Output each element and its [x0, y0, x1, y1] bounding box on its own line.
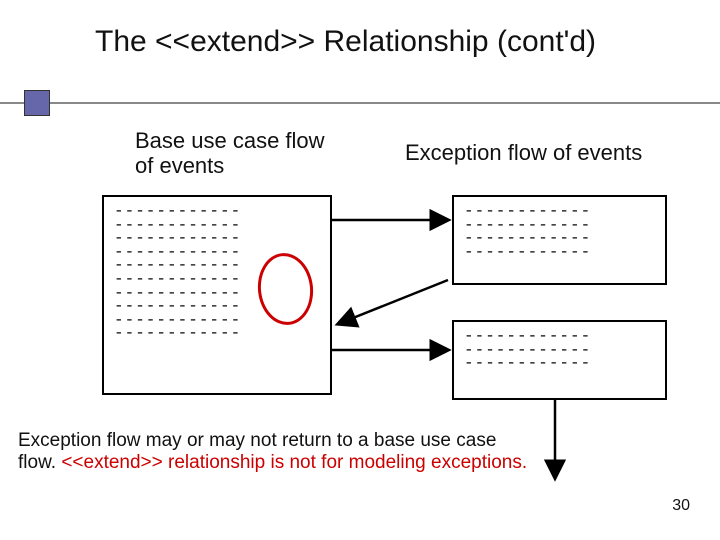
- caption-text: Exception flow may or may not return to …: [18, 430, 528, 475]
- box-base-flow: ------------ ------------ ------------ -…: [102, 195, 332, 395]
- slide-title: The <<extend>> Relationship (cont'd): [95, 25, 655, 60]
- box-exception-top: ------------ ------------ ------------ -…: [452, 195, 667, 285]
- box-exception-bottom: ------------ ------------ ------------: [452, 320, 667, 400]
- label-base-flow: Base use case flow of events: [135, 128, 325, 179]
- page-number: 30: [672, 497, 690, 515]
- accent-square: [24, 90, 50, 116]
- title-underline: [0, 102, 720, 104]
- caption-red: <<extend>> relationship is not for model…: [61, 452, 527, 473]
- label-exception-flow: Exception flow of events: [405, 140, 642, 166]
